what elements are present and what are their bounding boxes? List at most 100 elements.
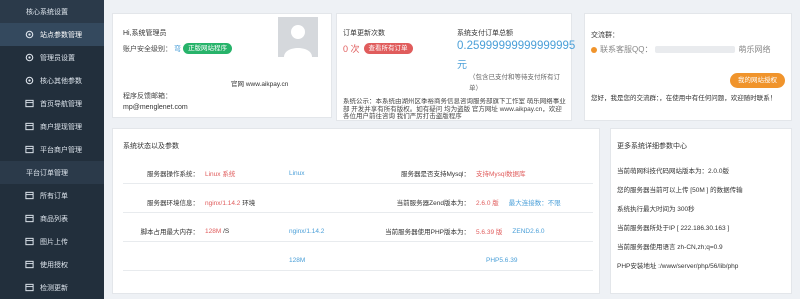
sidebar-item[interactable]: 检测更新 [0,276,104,299]
sidebar-item-label: 核心系统设置 [26,8,68,16]
status-left-label: 服务器操作系统： [147,171,199,178]
my-license-button[interactable]: 我的网站授权 [730,73,785,88]
orders-count-value: 0 次 [343,44,360,54]
website-link[interactable]: www.aikpay.cn [246,81,289,88]
gear-icon [25,30,34,39]
status-right-value: 支持Mysql数据库 [476,171,526,178]
genuine-badge: 正版网站程序 [183,43,232,54]
system-detail-line: 当前萌网科技代码网站版本为：2.0.0版 [617,168,729,175]
sidebar-item-label: 核心其他参数 [40,77,82,85]
status-left-label: 脚本占用最大内存： [140,229,200,236]
contact-qq-suffix: 萌乐网络 [738,45,771,54]
orders-total-value: 0.25999999999999995 [457,40,576,52]
sidebar-item[interactable]: 商户提现管理 [0,115,104,138]
orders-count-row: 0 次 查看所有订单 [343,42,413,55]
sidebar-item-label: 平台商户管理 [40,146,82,154]
status-row: 服务器是否支持Mysql： 支持Mysql数据库 [353,163,593,184]
list-icon [25,122,34,131]
status-right-extra: 最大连接数：不限 [508,200,561,207]
details-title: 更多系统详细参数中心 [617,143,687,150]
system-detail-line: PHP安装地址 :/www/server/php/56/lib/php [617,263,739,270]
sidebar-item[interactable]: 首页导航管理 [0,92,104,115]
orders-total-note: （包含已支付和等待支付所有订单） [469,74,560,92]
status-left-value: Linux 系统 [205,171,236,178]
sidebar-item[interactable]: 核心其他参数 [0,69,104,92]
status-right-extra: PHP5.6.39 [486,256,518,264]
sidebar-item-label: 平台订单管理 [26,169,68,177]
orders-count-label: 订单更新次数 [343,30,385,37]
sidebar-item[interactable]: 站点参数管理 [0,23,104,46]
list-icon [25,214,34,223]
status-row: 服务器操作系统： Linux 系统 Linux [123,163,358,184]
user-silhouette-icon [284,25,312,57]
sidebar-item-label: 商户提现管理 [40,123,82,131]
sidebar-item-label: 站点参数管理 [40,31,82,39]
qq-status-dot-icon [591,46,597,53]
view-orders-button[interactable]: 查看所有订单 [363,43,413,54]
list-icon [25,191,34,200]
status-row: 当前服务器Zend版本为： 2.6.0 版 最大连接数：不限 [353,192,593,213]
list-icon [25,260,34,269]
status-right-label: 当前服务器使用PHP版本为： [385,229,470,236]
contact-row: 联系客服QQ： 萌乐网络 [591,44,770,55]
list-icon [25,283,34,292]
status-row: 脚本占用最大内存： 128M /S nginx/1.14.2 [123,221,358,242]
status-row: 当前服务器使用PHP版本为： 5.6.39 版 ZEND2.6.0 [353,221,593,242]
system-detail-line: 系统执行最大时间为 300秒 [617,206,695,213]
contact-qq-label: 联系客服QQ： [600,45,653,54]
sidebar-item-label: 所有订单 [40,192,68,200]
sidebar-item-label: 首页导航管理 [40,100,82,108]
system-status-panel: 系统状态以及参数 服务器操作系统： Linux 系统 Linux 服务器是否支持Mys… [112,128,600,294]
website-row: 官网 www.aikpay.cn [231,78,288,88]
status-right-label: 服务器是否支持Mysql： [401,171,470,178]
status-right-value: 2.6.0 版 [476,200,499,207]
list-icon [25,99,34,108]
list-icon [25,145,34,154]
sidebar-item[interactable]: 管理员设置 [0,46,104,69]
sidebar-item-label: 图片上传 [40,238,68,246]
status-right-label: 当前服务器Zend版本为： [396,200,470,207]
status-right-value: 5.6.39 版 [476,229,503,236]
sidebar-item[interactable]: 核心系统设置 [0,0,104,23]
website-label: 官网 [231,81,244,88]
status-left-value: nginx/1.14.2 [205,200,241,207]
sidebar-item[interactable]: 所有订单 [0,184,104,207]
sidebar-item[interactable]: 平台订单管理 [0,161,104,184]
contact-title: 交流群： [591,32,619,39]
orders-total-unit: 元 [457,60,467,71]
status-left-extra: /S [223,227,230,235]
security-level: 弯 [174,45,181,53]
security-label: 账户安全级别： [123,45,172,53]
sidebar-item-label: 商品列表 [40,215,68,223]
system-detail-line: 当前服务器所处于IP [ 222.186.30.163 ] [617,225,730,232]
orders-card: 订单更新次数 0 次 查看所有订单 系统支付订单总额 0.25999999999… [336,13,576,121]
system-details-panel: 更多系统详细参数中心 当前萌网科技代码网站版本为：2.0.0版您的服务器当前可以… [610,128,792,294]
gear-icon [25,53,34,62]
status-row: 服务器环境信息： nginx/1.14.2 环境 [123,192,358,213]
status-left-extra: Linux [289,169,305,177]
status-left-extra: 环境 [242,200,256,207]
system-detail-line: 当前服务器使用语言 zh-CN,zh;q=0.9 [617,244,723,251]
sidebar-item[interactable]: 平台商户管理 [0,138,104,161]
sidebar-item-label: 检测更新 [40,284,68,292]
system-notice: 系统公示：本系统由湖州区季裕商务信息咨询服务部旗下工作室 萌乐网络事业部 开发并… [343,98,566,120]
admin-card: Hi,系统管理员 账户安全级别： 弯 正版网站程序 官网 www.aikpay.… [112,13,332,118]
status-left-label: 服务器环境信息： [147,200,199,207]
status-left-extra: 128M [289,256,306,264]
sidebar-item-label: 使用授权 [40,261,68,269]
sidebar-item[interactable]: 图片上传 [0,230,104,253]
sidebar-item[interactable]: 使用授权 [0,253,104,276]
contact-footer: 您好，我是您的交流群：，在使用中有任何问题，欢迎随时联系！ [591,95,777,102]
email-value[interactable]: mp@menglenet.com [123,104,188,111]
status-row: PHP5.6.39 [353,250,593,271]
sidebar-item[interactable]: 商品列表 [0,207,104,230]
gear-icon [25,76,34,85]
sidebar-item-label: 管理员设置 [40,54,75,62]
security-level-row: 账户安全级别： 弯 正版网站程序 [123,43,232,54]
status-title: 系统状态以及参数 [123,143,179,150]
system-detail-line: 您的服务器当前可以上传 [50M ] 的数据传输 [617,187,743,194]
sidebar: 核心系统设置站点参数管理 管理员设置核心其他参数 首页导航管理 商户提现管理 平台商户管… [0,0,104,299]
email-label: 程序反馈邮箱： [123,93,172,100]
admin-greeting: Hi,系统管理员 [123,30,167,37]
status-left-value: 128M [205,227,222,235]
